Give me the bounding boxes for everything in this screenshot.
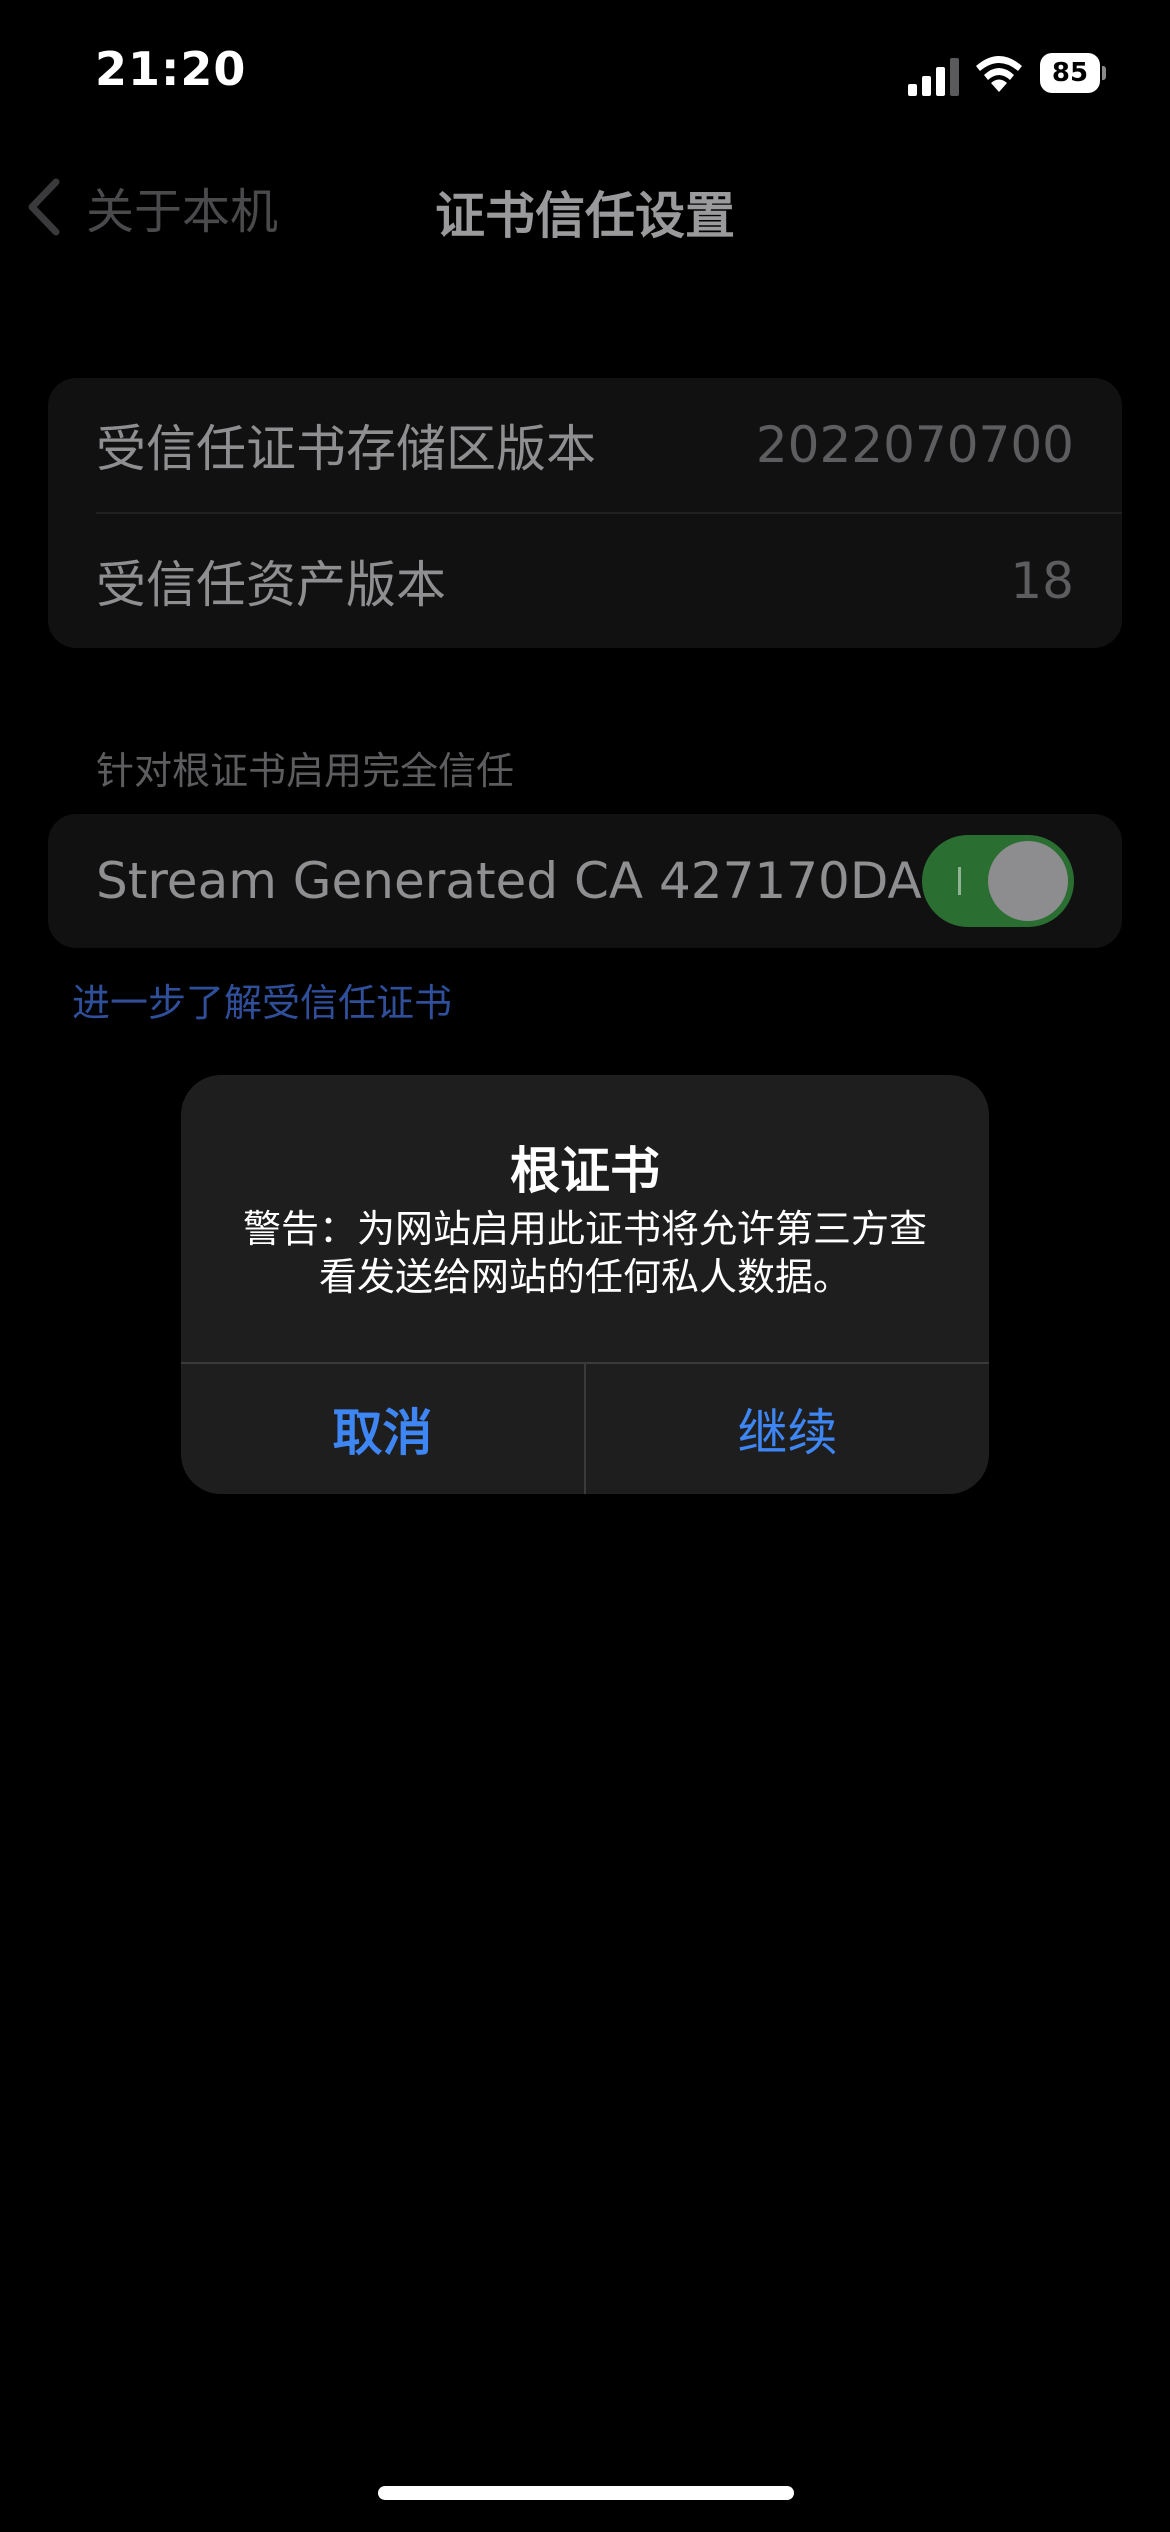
trust-store-version-row: 受信任证书存储区版本 2022070700 [48, 378, 1122, 512]
trust-store-version-label: 受信任证书存储区版本 [96, 420, 596, 478]
toggle-knob [988, 841, 1068, 921]
cancel-button[interactable]: 取消 [181, 1364, 584, 1494]
certificate-trust-group: Stream Generated CA 427170DA [48, 814, 1122, 948]
certificate-trust-toggle[interactable] [922, 835, 1074, 927]
certificate-row: Stream Generated CA 427170DA [48, 814, 1122, 948]
page-title: 证书信任设置 [435, 187, 735, 245]
full-trust-section-header: 针对根证书启用完全信任 [96, 749, 515, 793]
certificate-name: Stream Generated CA 427170DA [96, 852, 922, 910]
learn-more-link[interactable]: 进一步了解受信任证书 [72, 972, 452, 1027]
version-info-group: 受信任证书存储区版本 2022070700 受信任资产版本 18 [48, 378, 1122, 648]
trust-asset-version-value: 18 [1010, 552, 1074, 610]
root-certificate-alert: 根证书 警告：为网站启用此证书将允许第三方查看发送给网站的任何私人数据。 取消 … [181, 1075, 989, 1494]
toggle-on-mark [958, 867, 961, 895]
trust-store-version-value: 2022070700 [755, 416, 1074, 474]
home-indicator[interactable] [378, 2486, 794, 2500]
alert-title: 根证书 [510, 1142, 660, 1200]
alert-message: 警告：为网站启用此证书将允许第三方查看发送给网站的任何私人数据。 [242, 1207, 927, 1299]
trust-asset-version-row: 受信任资产版本 18 [48, 514, 1122, 648]
trust-asset-version-label: 受信任资产版本 [96, 556, 446, 614]
continue-button[interactable]: 继续 [586, 1364, 989, 1494]
